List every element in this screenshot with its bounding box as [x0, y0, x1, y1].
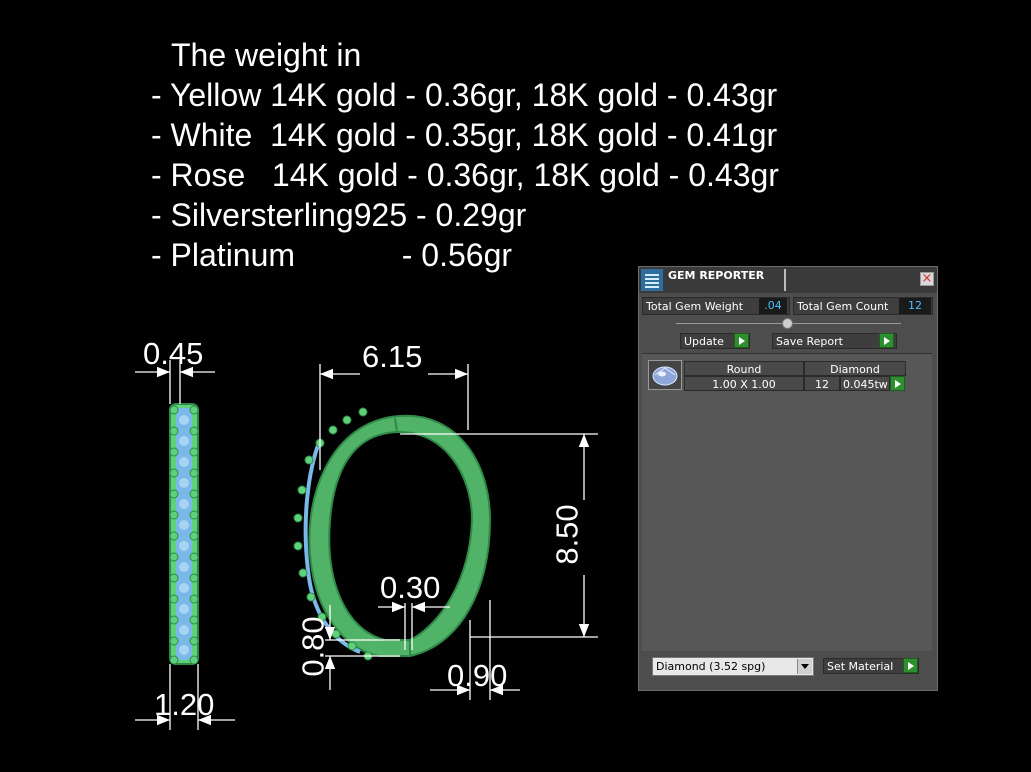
gem-reporter-title: GEM REPORTER [668, 269, 765, 282]
gem-row-play-icon[interactable] [890, 376, 905, 391]
gem-material-cell: Diamond [804, 361, 906, 376]
gem-shape-cell: Round [684, 361, 804, 376]
chevron-down-icon[interactable] [797, 659, 812, 674]
gem-reporter-panel: GEM REPORTER × Total Gem Weight .04 Tota… [638, 266, 938, 691]
update-play-icon[interactable] [734, 333, 749, 348]
dim-height: 8.50 [549, 504, 585, 565]
set-material-button-label: Set Material [827, 660, 894, 673]
gem-list: Round Diamond 1.00 X 1.00 12 0.045tw [642, 353, 932, 651]
gem-reporter-titlebar[interactable]: GEM REPORTER × [639, 267, 937, 293]
dim-side-bottom-width: 1.20 [154, 687, 215, 722]
save-report-button-label: Save Report [776, 335, 843, 348]
gem-count-cell: 12 [804, 376, 840, 391]
ring-side-view [169, 403, 199, 665]
total-gem-count-value: 12 [899, 298, 931, 314]
save-report-play-icon[interactable] [879, 333, 894, 348]
titlebar-divider [784, 269, 786, 291]
close-icon[interactable]: × [920, 272, 934, 286]
set-material-play-icon[interactable] [903, 658, 918, 673]
material-select-value: Diamond (3.52 spg) [656, 660, 766, 673]
material-select[interactable]: Diamond (3.52 spg) [652, 657, 814, 676]
dim-side-top-width: 0.45 [143, 336, 204, 371]
gem-weight-cell: 0.045tw [840, 376, 890, 391]
dim-gap-height: 0.80 [295, 616, 331, 677]
gem-size-cell: 1.00 X 1.00 [684, 376, 804, 391]
update-button-label: Update [684, 335, 724, 348]
round-diamond-icon [648, 360, 682, 390]
total-gem-weight-value: .04 [759, 298, 787, 314]
dim-top-width: 6.15 [362, 339, 423, 374]
dim-gap: 0.30 [380, 570, 441, 605]
dim-shank-width: 0.90 [447, 658, 508, 693]
panel-splitter-knob[interactable] [782, 318, 793, 329]
gem-reporter-logo-icon [641, 269, 663, 291]
